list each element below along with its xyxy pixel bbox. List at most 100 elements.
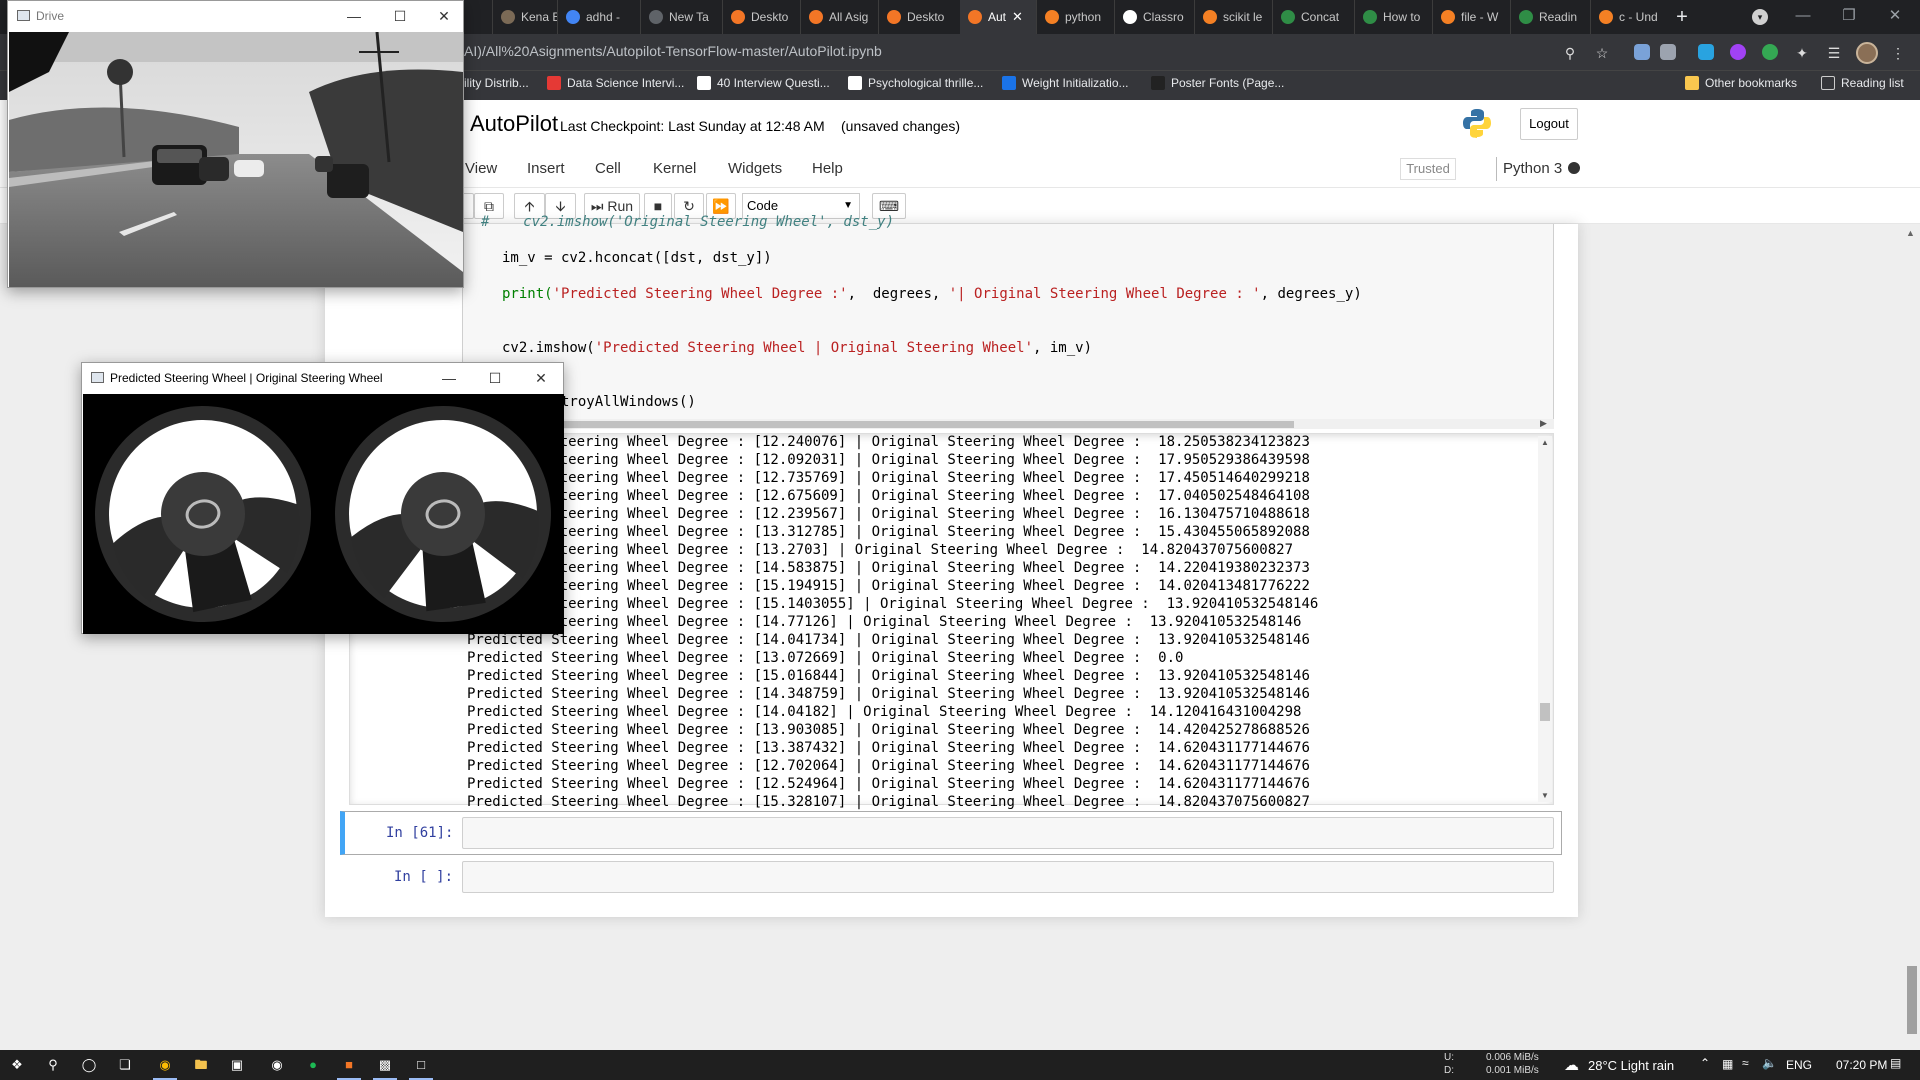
drive-window[interactable]: Drive — ☐ ✕ <box>7 0 464 288</box>
browser-tab[interactable]: New Ta <box>640 0 722 34</box>
trusted-indicator[interactable]: Trusted <box>1400 158 1456 180</box>
task-view-icon[interactable]: ❏ <box>114 1054 136 1076</box>
browser-tab[interactable]: Aut ✕ <box>960 0 1036 34</box>
file-explorer-icon[interactable]: 🖿 <box>190 1054 212 1076</box>
search-icon[interactable]: ⚲ <box>42 1054 64 1076</box>
kebab-menu-icon[interactable]: ⋮ <box>1888 43 1908 63</box>
browser-tab[interactable]: adhd - <box>557 0 640 34</box>
volume-icon[interactable]: 🔈 <box>1762 1056 1777 1070</box>
browser-tab[interactable]: python <box>1036 0 1114 34</box>
bookmark-item[interactable]: Poster Fonts (Page... <box>1151 76 1284 90</box>
geeks-icon <box>1363 10 1377 24</box>
media-icon[interactable]: ☰ <box>1824 43 1844 63</box>
menu-insert[interactable]: Insert <box>527 160 565 177</box>
windows-start-icon[interactable]: ❖ <box>6 1054 28 1076</box>
wifi-icon[interactable]: ≈ <box>1742 1056 1749 1070</box>
close-icon[interactable]: ✕ <box>1872 0 1918 34</box>
maximize-icon[interactable]: ☐ <box>388 6 412 26</box>
output-vertical-scrollbar[interactable] <box>1538 436 1552 802</box>
minimize-icon[interactable]: — <box>342 6 366 26</box>
browser-tab[interactable]: Readin <box>1510 0 1590 34</box>
zoom-icon[interactable]: ⚲ <box>1560 43 1580 63</box>
browser-tab[interactable]: c - Und <box>1590 0 1666 34</box>
browser-tab[interactable]: Deskto <box>878 0 960 34</box>
chevron-up-icon[interactable]: ⌃ <box>1700 1056 1710 1070</box>
chrome-icon <box>649 10 663 24</box>
code-cell-input[interactable] <box>462 861 1554 893</box>
horizontal-scroll-thumb[interactable] <box>462 421 1294 428</box>
avatar-icon <box>501 10 515 24</box>
browser-tab[interactable]: Classro <box>1114 0 1194 34</box>
output-line: Predicted Steering Wheel Degree : [13.31… <box>467 524 1310 540</box>
browser-tab[interactable]: Concat <box>1272 0 1354 34</box>
minimize-icon[interactable]: — <box>1780 0 1826 34</box>
spotify-icon[interactable]: ● <box>302 1054 324 1076</box>
bookmark-item[interactable]: Data Science Intervi... <box>547 76 684 90</box>
code-string: 'Predicted Steering Wheel | Original Ste… <box>594 340 1034 356</box>
extension-icon[interactable] <box>1762 44 1778 60</box>
close-icon[interactable]: ✕ <box>529 368 553 388</box>
address-bar[interactable]: AI)/All%20Asignments/Autopilot-TensorFlo… <box>464 43 882 59</box>
notepad-icon[interactable]: □ <box>410 1054 432 1076</box>
menu-kernel[interactable]: Kernel <box>653 160 696 177</box>
window-titlebar[interactable]: Drive — ☐ ✕ <box>8 1 463 32</box>
extension-icon[interactable] <box>1730 44 1746 60</box>
scroll-up-icon[interactable]: ▲ <box>1541 438 1549 447</box>
page-scroll-up-icon[interactable]: ▲ <box>1906 228 1915 238</box>
clock[interactable]: 07:20 PM <box>1836 1058 1887 1072</box>
network-icon[interactable]: ▦ <box>1722 1057 1733 1071</box>
language-indicator[interactable]: ENG <box>1786 1058 1812 1072</box>
cortana-icon[interactable]: ◯ <box>78 1054 100 1076</box>
steering-window[interactable]: Predicted Steering Wheel | Original Stee… <box>81 362 564 634</box>
puzzle-icon[interactable]: ✦ <box>1792 43 1812 63</box>
logout-button[interactable]: Logout <box>1520 108 1578 140</box>
scroll-right-icon[interactable]: ▶ <box>1540 418 1547 429</box>
menu-widgets[interactable]: Widgets <box>728 160 782 177</box>
page-scroll-thumb[interactable] <box>1907 966 1917 1034</box>
scroll-down-icon[interactable]: ▼ <box>1541 791 1549 800</box>
browser-tab[interactable]: Deskto <box>722 0 800 34</box>
divider <box>1496 157 1497 181</box>
tab-search-icon[interactable]: ▾ <box>1752 9 1768 25</box>
browser-tab[interactable]: file - W <box>1432 0 1510 34</box>
browser-tab[interactable]: Kena B <box>492 0 557 34</box>
bookmark-label: Weight Initializatio... <box>1022 76 1129 90</box>
cat-icon[interactable]: ◉ <box>266 1054 288 1076</box>
bookmark-item[interactable]: Weight Initializatio... <box>1002 76 1129 90</box>
bookmark-item[interactable]: Psychological thrille... <box>848 76 983 90</box>
python-window-icon[interactable]: ▩ <box>374 1054 396 1076</box>
sublime-icon[interactable]: ■ <box>338 1054 360 1076</box>
window-titlebar[interactable]: Predicted Steering Wheel | Original Stee… <box>82 363 563 394</box>
code-token: , im_v) <box>1033 340 1093 356</box>
close-icon[interactable]: ✕ <box>432 6 456 26</box>
terminal-icon[interactable]: ▣ <box>226 1054 248 1076</box>
bookmark-item[interactable]: 40 Interview Questi... <box>697 76 830 90</box>
output-scroll-thumb[interactable] <box>1540 703 1550 721</box>
menu-help[interactable]: Help <box>812 160 843 177</box>
minimize-icon[interactable]: — <box>437 368 461 388</box>
browser-tab-label: python <box>1065 10 1102 24</box>
new-tab-button[interactable]: + <box>1672 7 1692 27</box>
notebook-title[interactable]: AutoPilot <box>470 111 558 137</box>
notifications-icon[interactable]: ▤ <box>1890 1056 1901 1070</box>
code-cell-input[interactable] <box>462 817 1554 849</box>
weather-icon[interactable]: ☁ <box>1564 1056 1579 1074</box>
browser-tab[interactable]: How to <box>1354 0 1432 34</box>
menu-cell[interactable]: Cell <box>595 160 621 177</box>
extension-icon[interactable] <box>1634 44 1650 60</box>
profile-avatar[interactable] <box>1856 42 1878 64</box>
restore-icon[interactable]: ❐ <box>1826 0 1872 34</box>
extension-icon[interactable] <box>1698 44 1714 60</box>
chrome-icon[interactable]: ◉ <box>154 1054 176 1076</box>
close-tab-icon[interactable]: ✕ <box>1012 9 1023 25</box>
other-bookmarks[interactable]: Other bookmarks <box>1685 76 1797 90</box>
maximize-icon[interactable]: ☐ <box>483 368 507 388</box>
bookmark-item[interactable]: ility Distrib... <box>464 76 529 90</box>
bookmark-star-icon[interactable]: ☆ <box>1592 43 1612 63</box>
browser-tab[interactable]: All Asig <box>800 0 878 34</box>
weather-text[interactable]: 28°C Light rain <box>1588 1058 1674 1073</box>
extension-icon[interactable] <box>1660 44 1676 60</box>
reading-list[interactable]: Reading list <box>1821 76 1904 90</box>
browser-tab[interactable]: scikit le <box>1194 0 1272 34</box>
menu-view[interactable]: View <box>465 160 497 177</box>
